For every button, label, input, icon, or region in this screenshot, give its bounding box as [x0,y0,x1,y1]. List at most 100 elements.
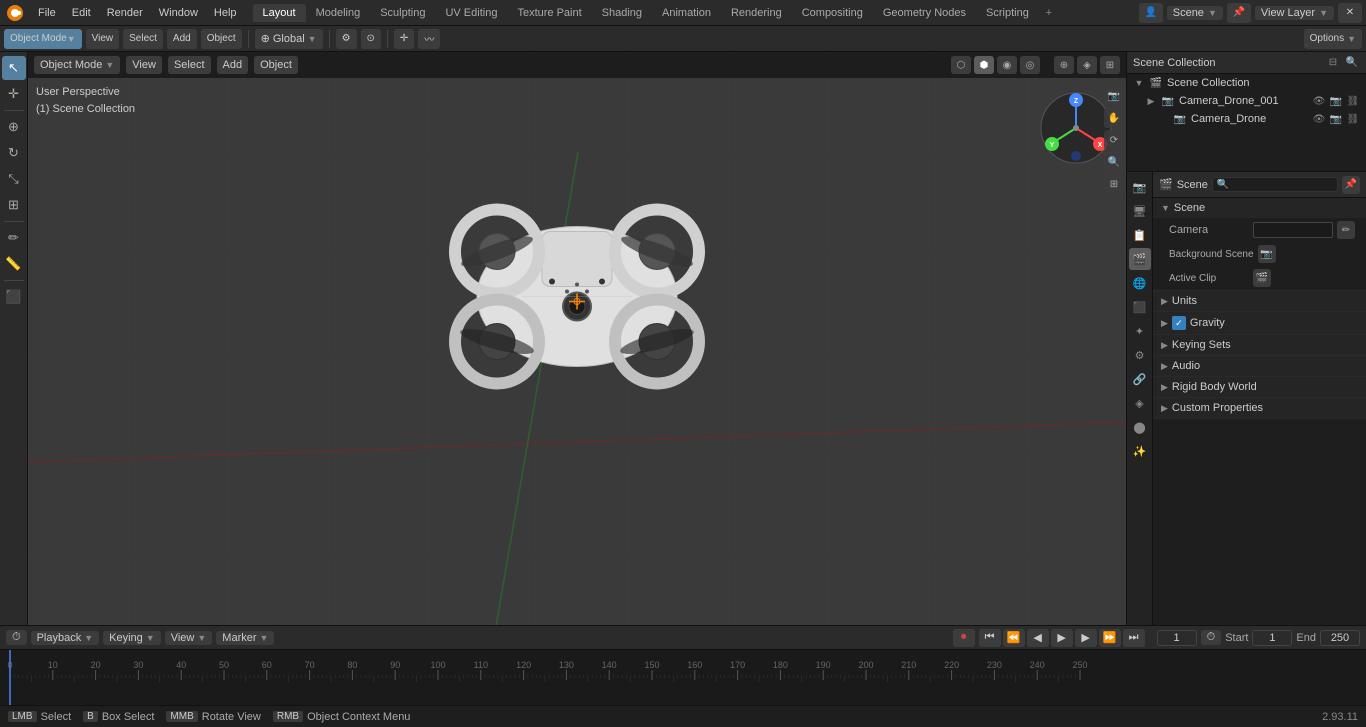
tab-sculpting[interactable]: Sculpting [370,4,435,22]
timeline-view-btn[interactable]: View ▼ [165,631,213,645]
scale-tool-btn[interactable]: ⤡ [2,167,26,191]
props-constraints-icon[interactable]: 🔗 [1129,368,1151,390]
topbar-user-icon[interactable]: 👤 [1139,3,1163,23]
transform-tool-btn[interactable]: ⊞ [2,193,26,217]
options-btn[interactable]: Options ▼ [1304,29,1362,49]
add-workspace-button[interactable]: + [1039,7,1059,19]
viewport-gizmo-btn[interactable]: ◈ [1077,56,1097,74]
timeline-next-frame-btn[interactable]: ⏩ [1099,629,1121,647]
viewport-overlays-btn[interactable]: ⊕ [1054,56,1074,74]
tab-compositing[interactable]: Compositing [792,4,873,22]
outliner-scene-collection[interactable]: ▼ 🎬 Scene Collection [1127,74,1366,92]
props-gravity-header[interactable]: ▶ ✓ Gravity [1153,312,1366,334]
timeline-clock-btn[interactable]: ⏱ [6,630,27,645]
proportional-btn[interactable]: ⊙ [361,29,381,49]
viewport-shading-solid[interactable]: ⬢ [974,56,994,74]
link-icon-2[interactable]: ⛓ [1346,114,1360,125]
wave-btn[interactable]: 〰 [418,29,440,49]
timeline-marker-btn[interactable]: Marker ▼ [216,631,274,645]
vp-zoom-btn[interactable]: 🔍 [1104,152,1124,172]
visibility-icon-1[interactable]: 👁 [1312,96,1326,107]
tab-animation[interactable]: Animation [652,4,721,22]
current-frame-input[interactable] [1157,630,1197,646]
view-layer-selector[interactable]: View Layer ▼ [1255,6,1334,20]
props-search-input[interactable] [1212,177,1338,192]
outliner-filter-icon[interactable]: ⊟ [1325,55,1341,71]
props-object-icon[interactable]: ⬛ [1129,296,1151,318]
cursor-btn[interactable]: ✛ [394,29,414,49]
viewport-shading-material[interactable]: ◉ [997,56,1017,74]
move-tool-btn[interactable]: ⊕ [2,115,26,139]
camera-eyedrop-btn[interactable]: ✏ [1337,221,1355,239]
viewport-view-menu-btn[interactable]: View [126,56,162,74]
rotate-tool-btn[interactable]: ↻ [2,141,26,165]
viewport-shading-wireframe[interactable]: ⬡ [951,56,971,74]
cursor-tool-btn[interactable]: ✛ [2,82,26,106]
vp-camera-btn[interactable]: 📷 [1104,86,1124,106]
render-icon-2[interactable]: 📷 [1329,114,1343,125]
visibility-icon-2[interactable]: 👁 [1312,114,1326,125]
props-rigidbody-header[interactable]: ▶ Rigid Body World [1153,377,1366,397]
timer-icon-btn[interactable]: ⏱ [1201,630,1222,645]
select-tool-btn[interactable]: ↖ [2,56,26,80]
menu-window[interactable]: Window [151,5,206,21]
vp-grid-btn[interactable]: ⊞ [1104,174,1124,194]
props-object-data-icon[interactable]: ◈ [1129,392,1151,414]
object-menu-btn[interactable]: Object [201,29,242,49]
props-output-icon[interactable]: 🖥 [1129,200,1151,222]
props-audio-header[interactable]: ▶ Audio [1153,356,1366,376]
menu-help[interactable]: Help [206,5,245,21]
select-menu-btn[interactable]: Select [123,29,163,49]
timeline-keying-btn[interactable]: Keying ▼ [103,631,161,645]
camera-value-swatch[interactable] [1253,222,1333,238]
outliner-camera-drone-001[interactable]: ▶ 📷 Camera_Drone_001 👁 📷 ⛓ [1127,92,1366,110]
timeline-jump-start-btn[interactable]: ⏮ [979,629,1001,647]
props-custom-header[interactable]: ▶ Custom Properties [1153,398,1366,418]
viewport-object-menu-btn[interactable]: Object [254,56,298,74]
props-pin-btn[interactable]: 📌 [1342,176,1360,194]
active-clip-icon-btn[interactable]: 🎬 [1253,269,1271,287]
measure-tool-btn[interactable]: 📏 [2,252,26,276]
viewport-overlay-btn[interactable]: View [86,29,120,49]
viewport-select-menu-btn[interactable]: Select [168,56,211,74]
menu-edit[interactable]: Edit [64,5,99,21]
viewport-snap-btn[interactable]: ⊞ [1100,56,1120,74]
topbar-pinscreen-icon[interactable]: 📌 [1227,3,1251,23]
timeline-prev-keyframe-btn[interactable]: ◀ [1027,629,1049,647]
props-view-layer-icon[interactable]: 📋 [1129,224,1151,246]
timeline-prev-frame-btn[interactable]: ⏪ [1003,629,1025,647]
outliner-camera-drone[interactable]: 📷 Camera_Drone 👁 📷 ⛓ [1127,110,1366,128]
props-particles-icon[interactable]: ✦ [1129,320,1151,342]
add-primitive-btn[interactable]: ⬛ [2,285,26,309]
viewport-add-menu-btn[interactable]: Add [217,56,249,74]
props-scene-section-header[interactable]: ▼ Scene [1153,198,1366,218]
viewport-shading-render[interactable]: ◎ [1020,56,1040,74]
timeline-jump-end-btn[interactable]: ⏭ [1123,629,1145,647]
vp-rotate-view-btn[interactable]: ⟳ [1104,130,1124,150]
scene-selector[interactable]: Scene ▼ [1167,6,1223,20]
props-world-icon[interactable]: 🌐 [1129,272,1151,294]
tab-modeling[interactable]: Modeling [306,4,371,22]
end-frame-input[interactable] [1320,630,1360,646]
gravity-enabled-checkbox[interactable]: ✓ [1172,316,1186,330]
timeline-play-btn[interactable]: ▶ [1051,629,1073,647]
tab-scripting[interactable]: Scripting [976,4,1039,22]
tab-rendering[interactable]: Rendering [721,4,792,22]
tab-layout[interactable]: Layout [253,4,306,22]
timeline-ruler[interactable]: 0102030405060708090100110120130140150160… [0,650,1366,705]
bg-scene-icon-btn[interactable]: 📷 [1258,245,1276,263]
tab-geometry-nodes[interactable]: Geometry Nodes [873,4,976,22]
props-scene-icon[interactable]: 🎬 [1129,248,1151,270]
transform-orientation-dropdown[interactable]: ⊕ Global ▼ [255,29,323,49]
menu-file[interactable]: File [30,5,64,21]
timeline-record-btn[interactable]: ⏺ [953,629,975,647]
tab-texture-paint[interactable]: Texture Paint [507,4,591,22]
render-icon-1[interactable]: 📷 [1329,96,1343,107]
props-units-header[interactable]: ▶ Units [1153,291,1366,311]
topbar-close-icon[interactable]: ✕ [1338,3,1362,23]
start-frame-input[interactable] [1252,630,1292,646]
vp-hand-btn[interactable]: ✋ [1104,108,1124,128]
tab-shading[interactable]: Shading [592,4,652,22]
add-menu-btn[interactable]: Add [167,29,197,49]
annotate-tool-btn[interactable]: ✏ [2,226,26,250]
